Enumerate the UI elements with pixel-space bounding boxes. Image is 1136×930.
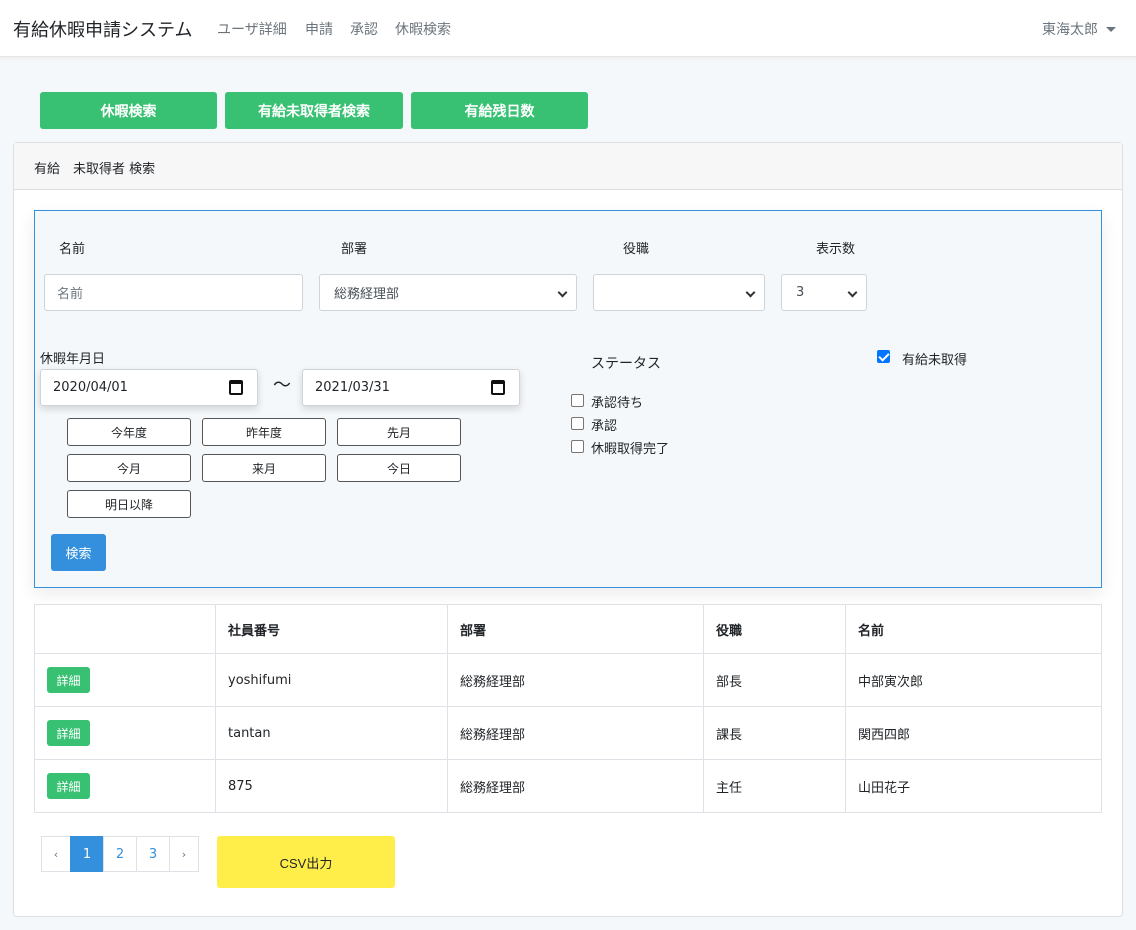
this-month-button[interactable]: 今月 <box>67 454 191 482</box>
nav-approve[interactable]: 承認 <box>350 19 378 39</box>
chevron-down-icon <box>847 287 858 298</box>
table-header <box>34 604 216 654</box>
last-year-button[interactable]: 昨年度 <box>202 418 326 446</box>
count-select[interactable]: 3 <box>781 274 867 311</box>
position-select[interactable] <box>593 274 765 311</box>
employee-id-cell: tantan <box>215 706 448 760</box>
name-cell: 関西四郎 <box>845 706 1102 760</box>
page-3-button[interactable]: 3 <box>136 836 170 872</box>
csv-export-button[interactable]: CSV出力 <box>217 836 395 888</box>
card-title: 有給 未取得者 検索 <box>34 162 156 177</box>
after-tomorrow-button[interactable]: 明日以降 <box>67 490 191 518</box>
today-button[interactable]: 今日 <box>337 454 461 482</box>
status-approved-label: 承認 <box>591 419 618 434</box>
dept-select[interactable]: 総務経理部 <box>319 274 577 311</box>
results-table: 社員番号 部署 役職 名前 詳細 yoshifumi 総務経理部 部長 中部寅次… <box>34 604 1102 813</box>
date-to-input[interactable]: 2021/03/31 <box>302 369 520 406</box>
card-header: 有給 未取得者 検索 <box>14 143 1122 190</box>
table-header-position: 役職 <box>703 604 846 654</box>
position-cell: 部長 <box>703 653 846 707</box>
detail-button[interactable]: 詳細 <box>47 720 90 746</box>
user-name: 東海太郎 <box>1042 22 1098 38</box>
dept-cell: 総務経理部 <box>447 759 704 813</box>
dept-cell: 総務経理部 <box>447 653 704 707</box>
name-input[interactable]: 名前 <box>44 274 303 311</box>
count-select-value: 3 <box>796 285 805 300</box>
user-menu[interactable]: 東海太郎 <box>1042 19 1116 39</box>
remaining-days-button[interactable]: 有給残日数 <box>411 92 588 129</box>
pagination: ‹ 1 2 3 › <box>41 836 199 872</box>
page-1-button[interactable]: 1 <box>70 836 104 872</box>
employee-id-cell: 875 <box>215 759 448 813</box>
calendar-icon[interactable] <box>229 380 243 395</box>
nav-user-detail[interactable]: ユーザ詳細 <box>217 19 287 39</box>
dept-select-value: 総務経理部 <box>334 287 400 302</box>
table-cell: 詳細 <box>34 759 216 813</box>
navbar: 有給休暇申請システム ユーザ詳細 申請 承認 休暇検索 東海太郎 <box>0 0 1136 57</box>
nav-apply[interactable]: 申請 <box>305 19 333 39</box>
nav-leave-search[interactable]: 休暇検索 <box>395 19 451 39</box>
leave-search-button[interactable]: 休暇検索 <box>40 92 217 129</box>
chevron-down-icon <box>745 287 756 298</box>
next-page-button[interactable]: › <box>169 836 199 872</box>
unused-label: 有給未取得 <box>902 353 968 368</box>
table-row: 詳細 875 総務経理部 主任 山田花子 <box>34 759 1102 813</box>
unused-search-button[interactable]: 有給未取得者検索 <box>225 92 403 129</box>
date-separator: ～ <box>273 375 291 396</box>
page-2-button[interactable]: 2 <box>103 836 137 872</box>
status-completed-label: 休暇取得完了 <box>591 442 670 457</box>
position-cell: 課長 <box>703 706 846 760</box>
status-pending-checkbox[interactable] <box>571 394 584 407</box>
name-cell: 中部寅次郎 <box>845 653 1102 707</box>
date-label: 休暇年月日 <box>40 352 106 367</box>
detail-button[interactable]: 詳細 <box>47 773 90 799</box>
employee-id-cell: yoshifumi <box>215 653 448 707</box>
status-approved-checkbox[interactable] <box>571 417 584 430</box>
dept-label: 部署 <box>341 242 368 257</box>
chevron-down-icon <box>557 287 568 298</box>
date-from-value: 2020/04/01 <box>53 380 128 395</box>
prev-page-button[interactable]: ‹ <box>41 836 71 872</box>
status-label: ステータス <box>591 356 661 372</box>
table-header-dept: 部署 <box>447 604 704 654</box>
position-cell: 主任 <box>703 759 846 813</box>
last-month-button[interactable]: 先月 <box>337 418 461 446</box>
app-title[interactable]: 有給休暇申請システム <box>13 16 192 42</box>
table-cell: 詳細 <box>34 706 216 760</box>
caret-down-icon <box>1106 26 1116 32</box>
detail-button[interactable]: 詳細 <box>47 667 90 693</box>
table-cell: 詳細 <box>34 653 216 707</box>
table-header-name: 名前 <box>845 604 1102 654</box>
date-to-value: 2021/03/31 <box>315 380 390 395</box>
table-row: 詳細 yoshifumi 総務経理部 部長 中部寅次郎 <box>34 653 1102 707</box>
unused-checkbox[interactable] <box>877 350 890 363</box>
this-year-button[interactable]: 今年度 <box>67 418 191 446</box>
status-completed-checkbox[interactable] <box>571 440 584 453</box>
calendar-icon[interactable] <box>491 380 505 395</box>
name-label: 名前 <box>59 242 86 257</box>
dept-cell: 総務経理部 <box>447 706 704 760</box>
table-row: 詳細 tantan 総務経理部 課長 関西四郎 <box>34 706 1102 760</box>
status-pending-label: 承認待ち <box>591 396 644 411</box>
date-from-input[interactable]: 2020/04/01 <box>40 369 258 406</box>
search-button[interactable]: 検索 <box>51 534 106 571</box>
table-header-row: 社員番号 部署 役職 名前 <box>34 604 1102 654</box>
name-cell: 山田花子 <box>845 759 1102 813</box>
position-label: 役職 <box>623 242 650 257</box>
next-month-button[interactable]: 来月 <box>202 454 326 482</box>
table-header-id: 社員番号 <box>215 604 448 654</box>
count-label: 表示数 <box>816 242 856 257</box>
